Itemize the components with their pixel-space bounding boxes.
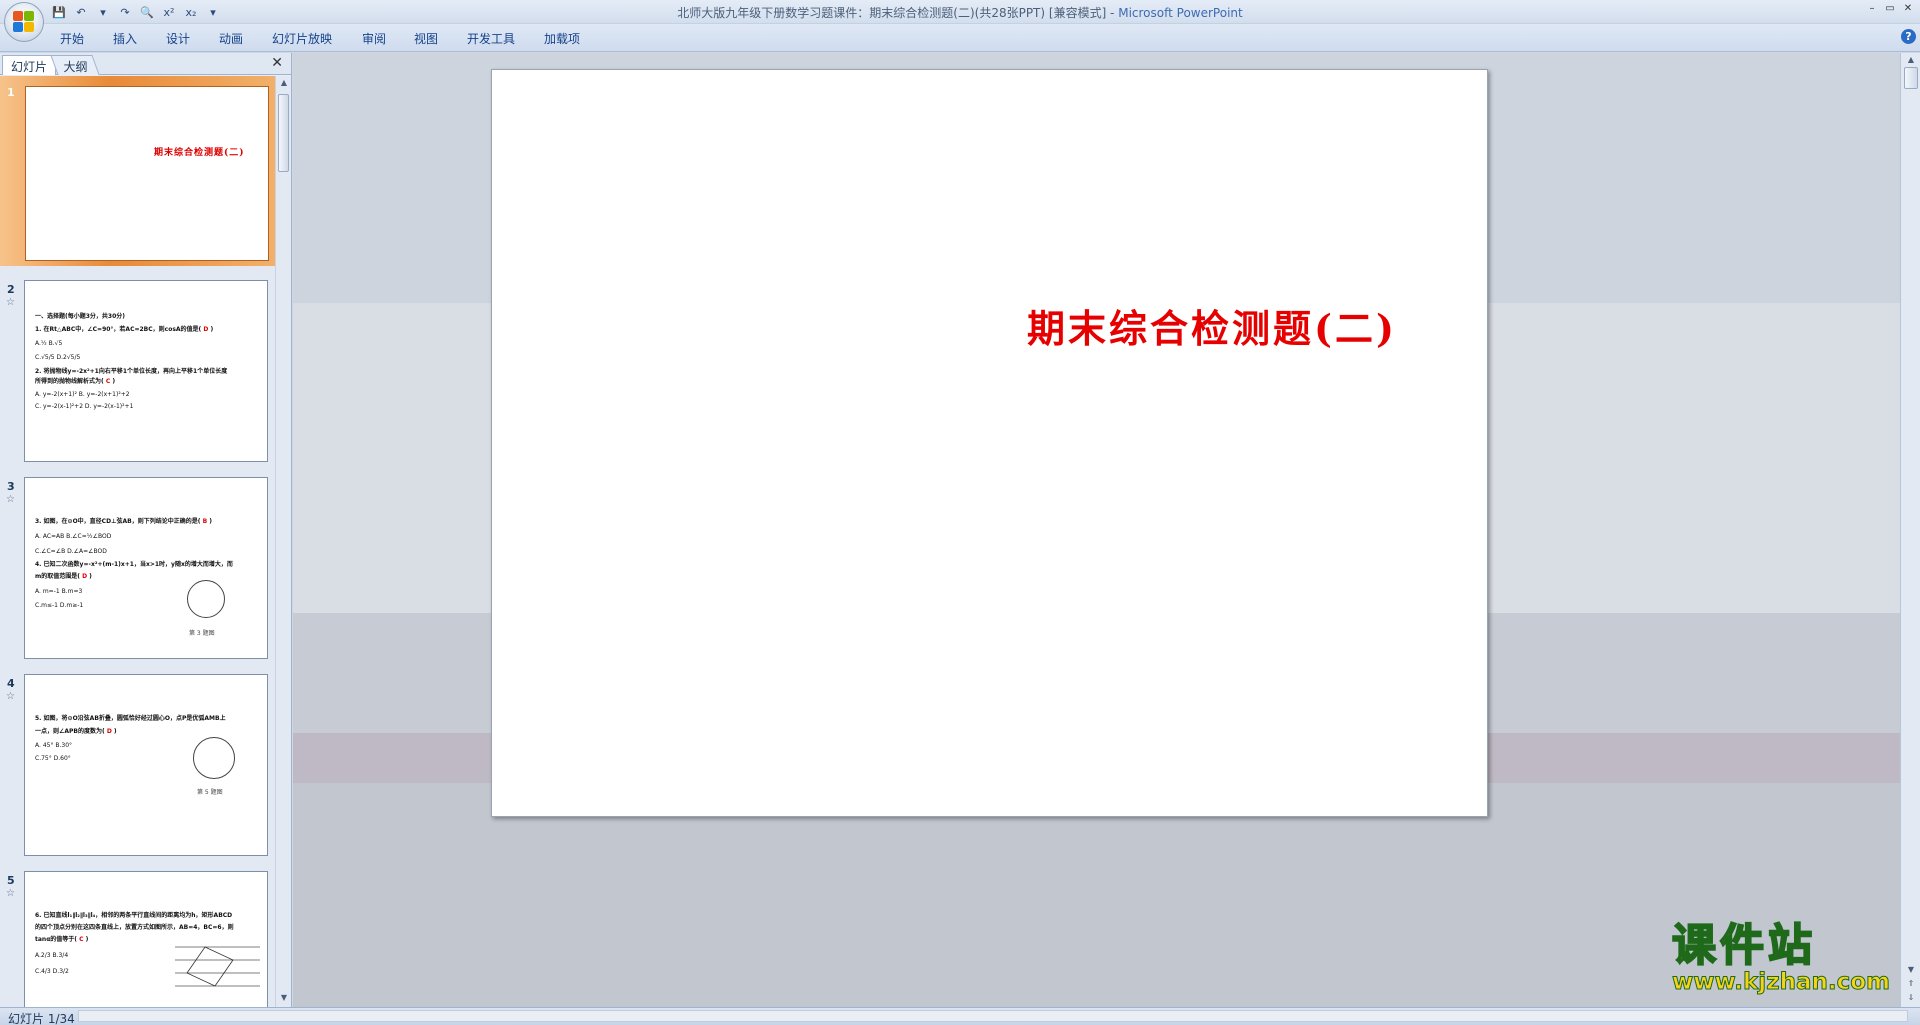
thumbnail-text: C. y=-2(x-1)²+2 D. y=-2(x-1)²+1 [35, 403, 134, 410]
thumbnail-text: C.∠C=∠B D.∠A=∠BOD [35, 548, 107, 555]
main-scrollbar[interactable]: ▲ ▼ ⇑ ⇓ [1900, 53, 1920, 1007]
thumbnail-text: C.75° D.60° [35, 755, 71, 762]
watermark-url: www.kjzhan.com [1672, 969, 1891, 995]
animation-star-icon: ☆ [6, 691, 15, 702]
thumbnail-text: 6. 已知直线l₁∥l₂∥l₃∥l₄，相邻的两条平行直线间的距离均为h，矩形AB… [35, 912, 233, 919]
document-title: 北师大版九年级下册数学习题课件：期末综合检测题(二)(共28张PPT) [兼容模… [677, 6, 1119, 20]
tab-review[interactable]: 审阅 [362, 30, 386, 47]
thumbnail-text: 4. 已知二次函数y=-x²+(m-1)x+1，当x>1时，y随x的增大而增大，… [35, 561, 233, 568]
slide-thumbnail-1[interactable]: 1 期末综合检测题(二) [0, 76, 276, 266]
office-button[interactable] [4, 2, 44, 42]
window-title: 北师大版九年级下册数学习题课件：期末综合检测题(二)(共28张PPT) [兼容模… [0, 4, 1920, 21]
help-icon[interactable]: ? [1901, 29, 1916, 44]
thumbnail-text: A. y=-2(x+1)² B. y=-2(x+1)²+2 [35, 391, 130, 398]
next-slide-icon[interactable]: ⇓ [1904, 993, 1918, 1005]
window-controls: – ▭ ✕ [1864, 2, 1916, 16]
tab-addins[interactable]: 加载项 [544, 30, 580, 47]
slide-title[interactable]: 期末综合检测题(二) [1027, 298, 1397, 353]
thumbnail-preview: 一、选择题(每小题3分，共30分) 1. 在Rt△ABC中，∠C=90°，若AC… [24, 280, 268, 462]
thumbnail-text: 2. 将抛物线y=-2x²+1向右平移1个单位长度，再向上平移1个单位长度 [35, 368, 228, 375]
scroll-thumb[interactable] [278, 94, 289, 172]
status-bar: 幻灯片 1/34 [0, 1007, 1920, 1025]
tab-home[interactable]: 开始 [60, 30, 84, 47]
slide-thumbnail-4[interactable]: 4 ☆ 5. 如图，将⊙O沿弦AB折叠，圆弧恰好经过圆心O，点P是优弧AMB上 … [0, 667, 276, 857]
slide-number: 3 [7, 480, 15, 493]
animation-star-icon: ☆ [6, 888, 15, 899]
restore-button[interactable]: ▭ [1882, 2, 1898, 16]
figure-caption: 第 5 题图 [197, 789, 223, 796]
tab-slides[interactable]: 幻灯片 [2, 55, 57, 75]
thumbnail-preview: 5. 如图，将⊙O沿弦AB折叠，圆弧恰好经过圆心O，点P是优弧AMB上 一点，则… [24, 674, 268, 856]
tab-insert[interactable]: 插入 [113, 30, 137, 47]
tab-outline-label: 大纲 [63, 60, 88, 74]
scroll-up-icon[interactable]: ▲ [1904, 55, 1918, 67]
tab-developer[interactable]: 开发工具 [467, 30, 515, 47]
slide-number: 4 [7, 677, 15, 690]
slide-number: 1 [7, 86, 15, 99]
thumbnail-text: A.½ B.√5 [35, 340, 63, 347]
thumbnail-text: A. m=-1 B.m=3 [35, 588, 83, 595]
thumbnail-text: m的取值范围是( D ) [35, 573, 92, 580]
thumbnail-text: 一、选择题(每小题3分，共30分) [35, 313, 126, 320]
thumbnail-text: tanα的值等于( C ) [35, 936, 89, 943]
slide-number: 5 [7, 874, 15, 887]
slide-thumbnail-2[interactable]: 2 ☆ 一、选择题(每小题3分，共30分) 1. 在Rt△ABC中，∠C=90°… [0, 273, 276, 463]
animation-star-icon: ☆ [6, 494, 15, 505]
slide-thumbnail-list: 1 期末综合检测题(二) 2 ☆ 一、选择题(每小题3分，共30分) 1. 在R… [0, 76, 276, 1007]
office-logo-icon [13, 11, 35, 33]
watermark-brand: 课件站 [1671, 920, 1816, 971]
previous-slide-icon[interactable]: ⇑ [1904, 979, 1918, 991]
animation-star-icon: ☆ [6, 297, 15, 308]
thumbnail-text: 的四个顶点分别在这四条直线上，放置方式如图所示，AB=4，BC=6，则 [35, 924, 234, 931]
scroll-down-icon[interactable]: ▼ [278, 993, 290, 1005]
scroll-up-icon[interactable]: ▲ [278, 78, 290, 90]
thumbnail-text: C.√5/5 D.2√5/5 [35, 354, 81, 361]
thumbnail-text: 1. 在Rt△ABC中，∠C=90°，若AC=2BC，则cosA的值是( D ) [35, 326, 214, 333]
scroll-down-icon[interactable]: ▼ [1904, 965, 1918, 977]
figure-caption: 第 3 题图 [189, 630, 215, 637]
watermark-logo: 课件站 www.kjzhan.com [1671, 920, 1902, 1002]
thumbnail-scrollbar[interactable]: ▲ ▼ [275, 76, 291, 1007]
tab-animations[interactable]: 动画 [219, 30, 243, 47]
thumbnail-preview: 6. 已知直线l₁∥l₂∥l₃∥l₄，相邻的两条平行直线间的距离均为h，矩形AB… [24, 871, 268, 1007]
thumbnail-text: A. AC=AB B.∠C=½∠BOD [35, 533, 112, 540]
slide-counter: 幻灯片 1/34 [8, 1012, 75, 1025]
thumbnail-text: 3. 如图，在⊙O中，直径CD⊥弦AB，则下列结论中正确的是( B ) [35, 518, 213, 525]
thumbnail-title: 期末综合检测题(二) [154, 148, 245, 158]
thumbnail-text: 所得到的抛物线解析式为( C ) [35, 378, 116, 385]
slide-thumbnail-3[interactable]: 3 ☆ 3. 如图，在⊙O中，直径CD⊥弦AB，则下列结论中正确的是( B ) … [0, 470, 276, 660]
parallel-lines-figure [175, 946, 260, 987]
scroll-thumb[interactable] [1904, 67, 1918, 89]
app-name: Microsoft PowerPoint [1118, 6, 1243, 20]
thumbnail-text: A.2/3 B.3/4 [35, 952, 69, 959]
slide-number: 2 [7, 283, 15, 296]
tab-design[interactable]: 设计 [166, 30, 190, 47]
thumbnail-text: C.m≤-1 D.m≥-1 [35, 602, 84, 609]
pane-tab-bar: 幻灯片 大纲 ✕ [0, 53, 291, 75]
circle-figure [193, 737, 235, 779]
circle-figure [187, 580, 225, 618]
title-bar: 💾 ↶ ▾ ↷ 🔍 x² x₂ ▾ 北师大版九年级下册数学习题课件：期末综合检测… [0, 0, 1920, 24]
horizontal-scrollbar[interactable] [78, 1010, 1908, 1022]
slides-pane: 幻灯片 大纲 ✕ 1 期末综合检测题(二) 2 ☆ 一、选择题(每小题3分，共3… [0, 53, 292, 1007]
minimize-button[interactable]: – [1864, 2, 1880, 16]
tab-slideshow[interactable]: 幻灯片放映 [272, 30, 332, 47]
thumbnail-preview: 期末综合检测题(二) [25, 86, 269, 261]
tab-outline[interactable]: 大纲 [50, 55, 100, 75]
thumbnail-text: C.4/3 D.3/2 [35, 968, 69, 975]
close-pane-icon[interactable]: ✕ [271, 55, 283, 71]
thumbnail-preview: 3. 如图，在⊙O中，直径CD⊥弦AB，则下列结论中正确的是( B ) A. A… [24, 477, 268, 659]
current-slide[interactable]: 期末综合检测题(二) [491, 69, 1488, 817]
ribbon-tab-bar: 开始 插入 设计 动画 幻灯片放映 审阅 视图 开发工具 加载项 [0, 24, 1920, 52]
thumbnail-text: 5. 如图，将⊙O沿弦AB折叠，圆弧恰好经过圆心O，点P是优弧AMB上 [35, 715, 226, 722]
thumbnail-text: 一点，则∠APB的度数为( D ) [35, 728, 117, 735]
slide-thumbnail-5[interactable]: 5 ☆ 6. 已知直线l₁∥l₂∥l₃∥l₄，相邻的两条平行直线间的距离均为h，… [0, 864, 276, 1007]
tab-view[interactable]: 视图 [414, 30, 438, 47]
slide-editing-area: 期末综合检测题(二) [293, 53, 1900, 1007]
close-window-button[interactable]: ✕ [1900, 2, 1916, 16]
thumbnail-text: A. 45° B.30° [35, 742, 73, 749]
